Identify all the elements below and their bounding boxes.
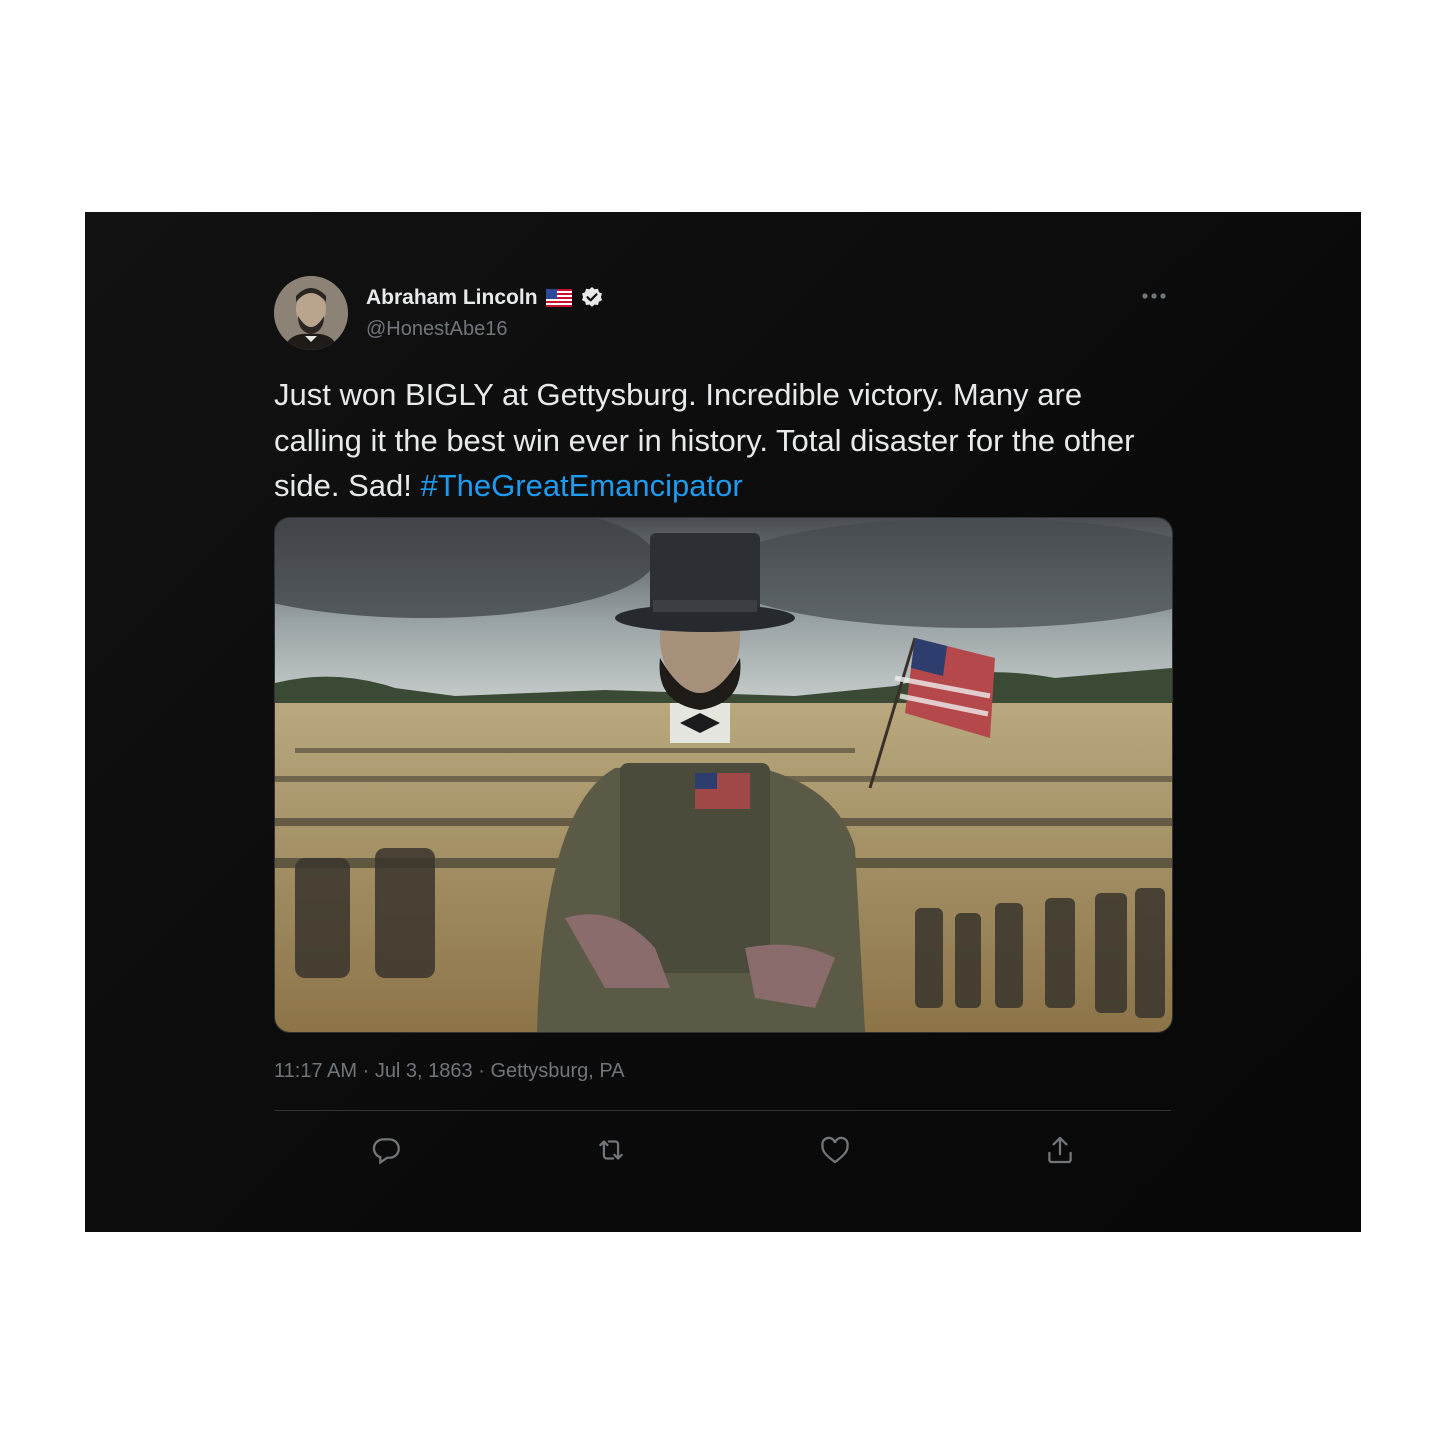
author-name[interactable]: Abraham Lincoln xyxy=(366,286,538,310)
retweet-icon[interactable] xyxy=(591,1130,631,1170)
share-icon[interactable] xyxy=(1040,1130,1080,1170)
avatar[interactable] xyxy=(274,276,348,350)
meta-separator: · xyxy=(357,1060,375,1082)
more-options-icon[interactable] xyxy=(1141,278,1167,304)
tweet-date[interactable]: Jul 3, 1863 xyxy=(375,1060,473,1083)
like-icon[interactable] xyxy=(815,1130,855,1170)
meta-separator: · xyxy=(472,1060,491,1082)
tweet-photo-illustration xyxy=(275,518,1172,1032)
tweet-location[interactable]: Gettysburg, PA xyxy=(490,1060,624,1083)
hashtag-link[interactable]: #TheGreatEmancipator xyxy=(420,468,742,503)
author-name-row[interactable]: Abraham Lincoln xyxy=(366,284,604,312)
tweet-photo[interactable] xyxy=(274,517,1173,1033)
us-flag-icon xyxy=(545,289,572,307)
tweet-text: Just won BIGLY at Gettysburg. Incredible… xyxy=(274,372,1174,509)
divider xyxy=(274,1110,1171,1111)
tweet-metadata: 11:17 AM · Jul 3, 1863 · Gettysburg, PA xyxy=(274,1060,625,1083)
tweet-actions xyxy=(274,1130,1171,1170)
author-handle[interactable]: @HonestAbe16 xyxy=(366,318,508,341)
avatar-portrait xyxy=(274,276,348,350)
verified-badge-icon xyxy=(580,286,604,310)
reply-icon[interactable] xyxy=(366,1130,406,1170)
tweet-time[interactable]: 11:17 AM xyxy=(274,1060,357,1083)
tweet-card: Abraham Lincoln @HonestAbe16 Just won BI… xyxy=(85,212,1361,1232)
